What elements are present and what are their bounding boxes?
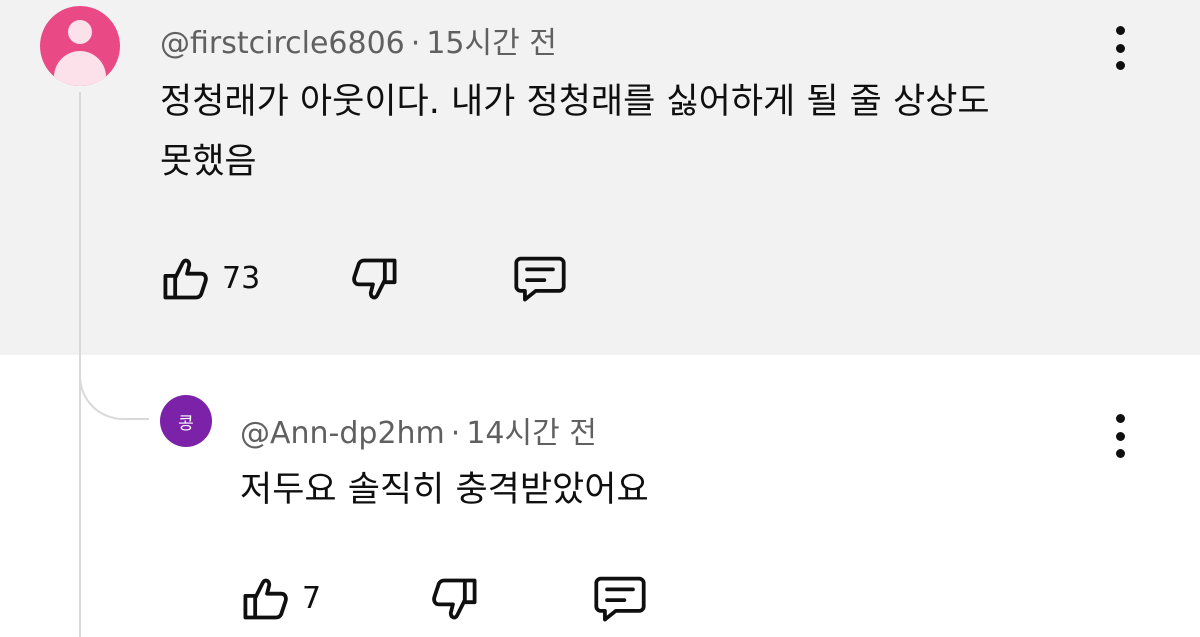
dislike-icon	[352, 258, 397, 300]
avatar[interactable]	[40, 6, 120, 86]
meta-separator: ·	[410, 26, 421, 61]
comment-text-line: 못했음	[160, 142, 257, 182]
reply-button[interactable]	[592, 572, 648, 624]
comment-text-line: 정청래가 아웃이다. 내가 정청래를 싫어하게 될 줄 상상도	[160, 82, 990, 122]
reply-text: 저두요 솔직히 충격받았어요	[240, 470, 649, 510]
avatar-head-shape	[68, 20, 92, 44]
avatar-body-shape	[54, 51, 106, 86]
dislike-button[interactable]	[428, 574, 480, 626]
comment-text: 정청래가 아웃이다. 내가 정청래를 싫어하게 될 줄 상상도 못했음	[160, 72, 1120, 192]
reply-avatar-label: 콩	[178, 413, 194, 434]
reply-icon	[514, 256, 566, 302]
like-button[interactable]: 7	[240, 572, 321, 624]
reply-icon	[594, 576, 646, 622]
comment-timestamp[interactable]: 15시간 전	[426, 26, 557, 61]
more-icon[interactable]	[1113, 26, 1127, 70]
reply-button[interactable]	[512, 252, 568, 304]
reply-timestamp[interactable]: 14시간 전	[466, 416, 597, 451]
like-count: 7	[302, 580, 322, 616]
reply-meta: @Ann-dp2hm · 14시간 전	[240, 408, 597, 452]
more-icon[interactable]	[1113, 414, 1127, 458]
meta-separator: ·	[450, 416, 461, 451]
comment-meta: @firstcircle6806 · 15시간 전	[160, 18, 557, 62]
dislike-button[interactable]	[348, 254, 400, 306]
like-icon	[243, 578, 288, 620]
like-icon	[163, 258, 208, 300]
reply-avatar[interactable]: 콩	[160, 395, 212, 447]
comment-author[interactable]: @firstcircle6806	[160, 26, 405, 61]
dislike-icon	[432, 578, 477, 620]
like-button[interactable]: 73	[160, 252, 260, 304]
reply-author[interactable]: @Ann-dp2hm	[240, 416, 445, 451]
like-count: 73	[222, 260, 261, 296]
